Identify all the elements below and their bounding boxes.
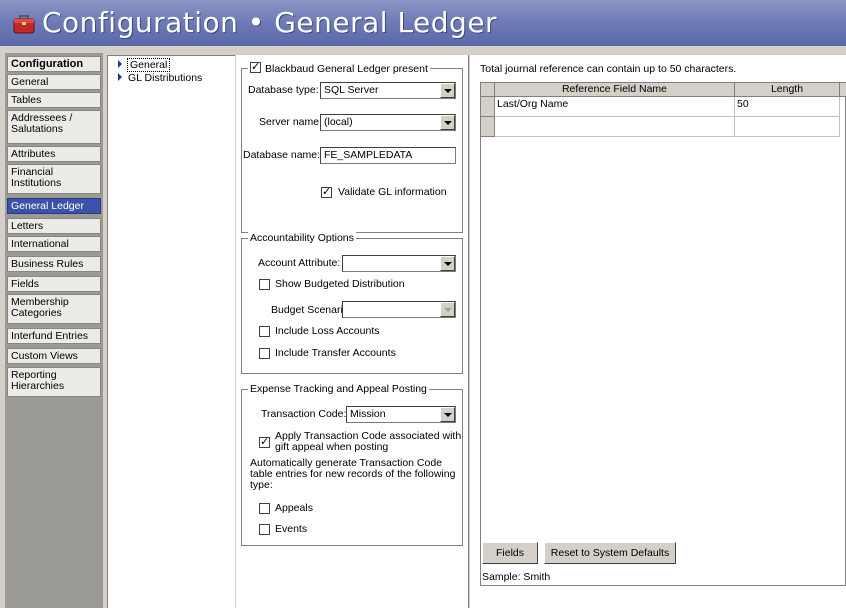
apply-transaction-code-checkbox[interactable] — [259, 435, 270, 448]
reference-note: Total journal reference can contain up t… — [480, 63, 737, 75]
validate-gl-label: Validate GL information — [338, 186, 447, 198]
gl-present-checkbox[interactable] — [250, 60, 261, 73]
server-name-label: Server name: — [259, 116, 323, 128]
nav-item-attributes[interactable]: Attributes — [7, 146, 101, 162]
row-header[interactable] — [481, 97, 495, 117]
budget-scenario-dropdown[interactable] — [342, 301, 456, 318]
tree-item-general[interactable]: General — [118, 58, 171, 72]
include-transfer-label: Include Transfer Accounts — [275, 347, 396, 359]
table-cell-length[interactable] — [735, 117, 840, 137]
accountability-legend: Accountability Options — [248, 232, 356, 244]
reference-panel: Total journal reference can contain up t… — [470, 55, 846, 608]
nav-item-custom-views[interactable]: Custom Views — [7, 348, 101, 364]
nav-item-business-rules[interactable]: Business Rules — [7, 256, 101, 272]
column-header-reference-field-name[interactable]: Reference Field Name — [495, 83, 735, 97]
auto-generate-text-line2: table entries for new records of the fol… — [250, 468, 456, 480]
page-title: Configuration • General Ledger — [42, 6, 498, 39]
database-name-label: Database name: — [243, 149, 321, 161]
table-cell-reference-name[interactable]: Last/Org Name — [495, 97, 735, 117]
include-loss-checkbox[interactable] — [259, 326, 270, 337]
grid-corner — [481, 83, 495, 97]
nav-item-addressees-salutations[interactable]: Addressees / Salutations — [7, 110, 101, 144]
toolbox-icon — [13, 15, 35, 34]
events-label: Events — [275, 523, 308, 535]
config-nav: Configuration General Tables Addressees … — [5, 53, 103, 608]
nav-item-letters[interactable]: Letters — [7, 218, 101, 234]
table-cell-length[interactable]: 50 — [735, 97, 840, 117]
nav-item-international[interactable]: International — [7, 236, 101, 252]
appeals-label: Appeals — [275, 502, 313, 514]
transaction-code-dropdown[interactable]: Mission — [346, 406, 456, 423]
gl-present-legend: Blackbaud General Ledger present — [248, 60, 430, 75]
nav-item-interfund-entries[interactable]: Interfund Entries — [7, 328, 101, 344]
chevron-down-icon[interactable] — [440, 115, 455, 130]
auto-generate-text-line3: type: — [250, 479, 273, 491]
nav-item-general[interactable]: General — [7, 74, 101, 90]
budget-scenario-label: Budget Scenario: — [271, 304, 352, 316]
section-tree: General GL Distributions — [107, 55, 235, 608]
gl-present-group: Blackbaud General Ledger present Databas… — [241, 60, 463, 233]
chevron-down-icon[interactable] — [440, 256, 455, 271]
chevron-down-icon[interactable] — [440, 302, 455, 317]
expense-tracking-legend: Expense Tracking and Appeal Posting — [248, 383, 429, 395]
table-cell-reference-name[interactable] — [495, 117, 735, 137]
server-name-dropdown[interactable]: (local) — [320, 114, 456, 131]
sample-text: Sample: Smith — [482, 571, 551, 583]
nav-item-tables[interactable]: Tables — [7, 92, 101, 108]
column-header-length[interactable]: Length — [735, 83, 840, 97]
transaction-code-label: Transaction Code: — [261, 408, 347, 420]
column-header-extra — [840, 83, 846, 97]
nav-item-reporting-hierarchies[interactable]: Reporting Hierarchies — [7, 367, 101, 397]
database-name-input[interactable]: FE_SAMPLEDATA — [320, 147, 456, 164]
chevron-down-icon[interactable] — [440, 407, 455, 422]
chevron-down-icon[interactable] — [440, 83, 455, 98]
accountability-group: Accountability Options Account Attribute… — [241, 232, 463, 374]
nav-item-financial-institutions[interactable]: Financial Institutions — [7, 164, 101, 194]
validate-gl-checkbox[interactable] — [321, 185, 332, 198]
show-budgeted-label: Show Budgeted Distribution — [275, 278, 405, 290]
expand-arrow-icon — [118, 73, 122, 81]
nav-item-membership-categories[interactable]: Membership Categories — [7, 294, 101, 324]
account-attribute-dropdown[interactable] — [342, 255, 456, 272]
appeals-checkbox[interactable] — [259, 503, 270, 514]
row-header[interactable] — [481, 117, 495, 137]
account-attribute-label: Account Attribute: — [258, 257, 341, 269]
expand-arrow-icon — [118, 60, 122, 68]
nav-item-configuration[interactable]: Configuration — [7, 56, 101, 72]
database-type-dropdown[interactable]: SQL Server — [320, 82, 456, 99]
nav-item-fields[interactable]: Fields — [7, 276, 101, 292]
apply-transaction-code-label-line2: gift appeal when posting — [275, 441, 389, 453]
fields-button[interactable]: Fields — [482, 542, 538, 564]
events-checkbox[interactable] — [259, 524, 270, 535]
settings-panel: Blackbaud General Ledger present Databas… — [236, 55, 469, 608]
reference-grid[interactable]: Reference Field Name Length Last/Org Nam… — [480, 82, 846, 586]
include-transfer-checkbox[interactable] — [259, 348, 270, 359]
include-loss-label: Include Loss Accounts — [275, 325, 380, 337]
show-budgeted-checkbox[interactable] — [259, 279, 270, 290]
title-bar: Configuration • General Ledger — [0, 0, 846, 46]
nav-item-general-ledger[interactable]: General Ledger — [7, 198, 101, 214]
expense-tracking-group: Expense Tracking and Appeal Posting Tran… — [241, 383, 463, 546]
reset-to-defaults-button[interactable]: Reset to System Defaults — [544, 542, 676, 564]
database-type-label: Database type: — [248, 84, 319, 96]
tree-item-gl-distributions[interactable]: GL Distributions — [118, 72, 202, 84]
